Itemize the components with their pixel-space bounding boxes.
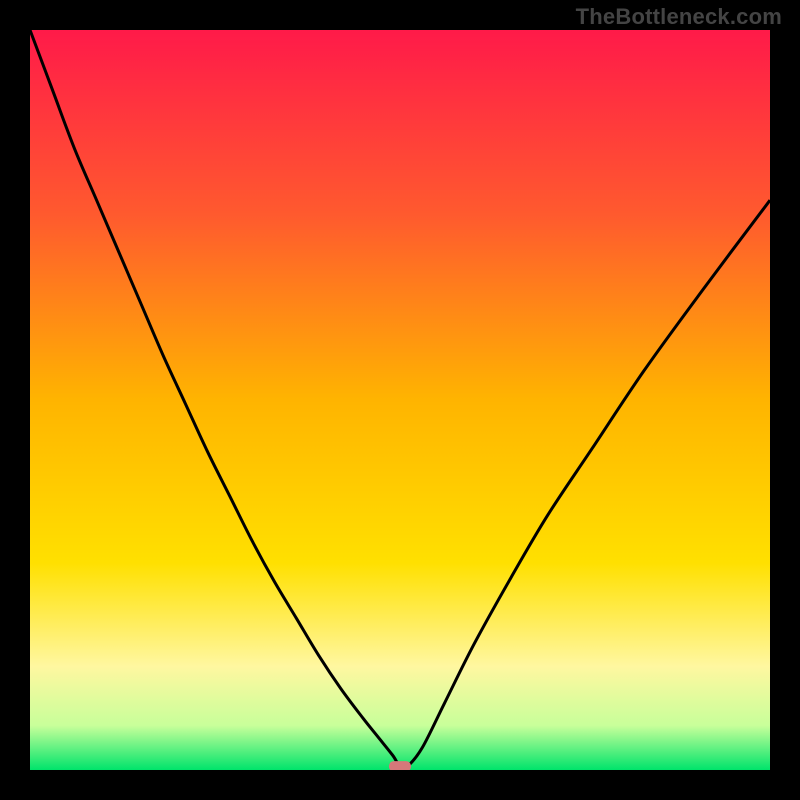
optimum-marker xyxy=(389,761,411,770)
watermark-text: TheBottleneck.com xyxy=(576,4,782,30)
plot-area xyxy=(30,30,770,770)
gradient-background xyxy=(30,30,770,770)
chart-frame: TheBottleneck.com xyxy=(0,0,800,800)
chart-svg xyxy=(30,30,770,770)
